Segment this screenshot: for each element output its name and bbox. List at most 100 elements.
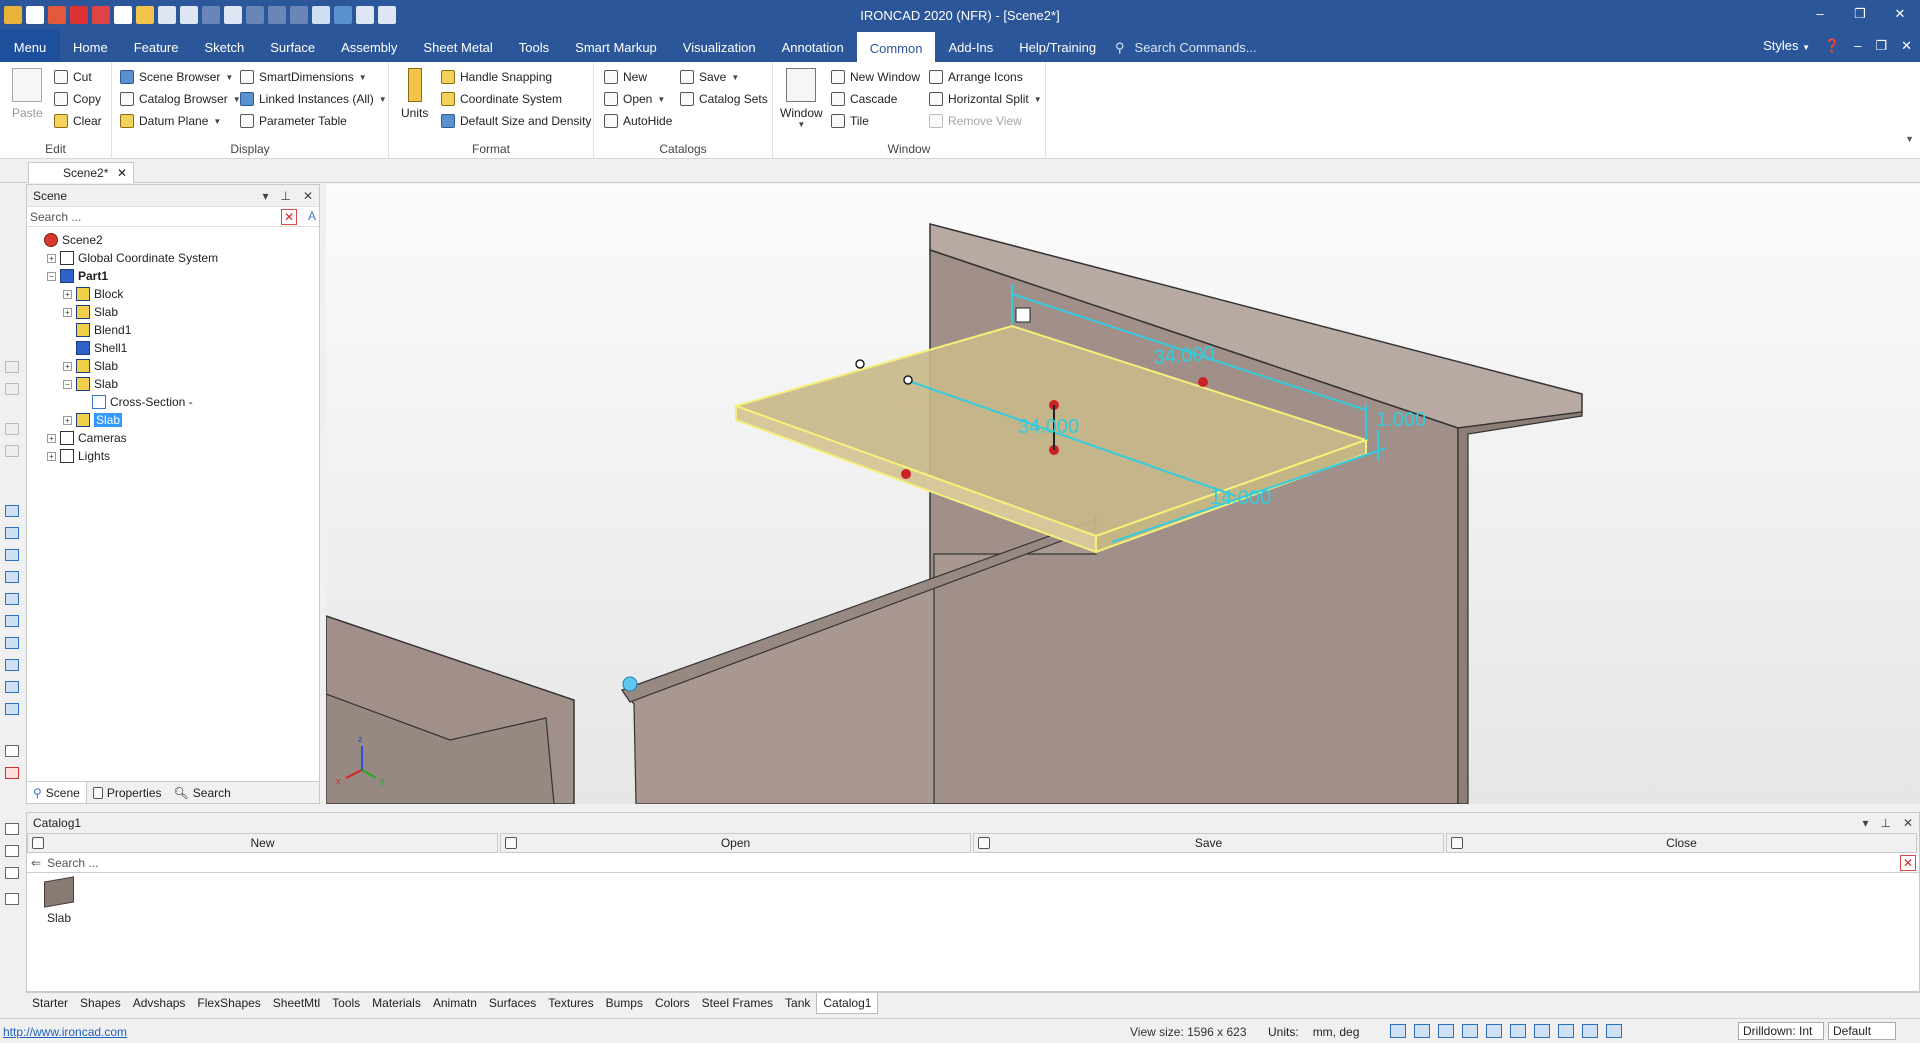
- tree-item[interactable]: + Cameras: [47, 429, 127, 447]
- catalog-tab-materials[interactable]: Materials: [366, 993, 427, 1014]
- tree-expander-icon[interactable]: +: [63, 289, 72, 299]
- scene-search-input[interactable]: Search ...: [30, 210, 81, 224]
- display-icon[interactable]: [1558, 1024, 1574, 1038]
- catalog-search-input[interactable]: Search ...: [47, 856, 98, 870]
- wedge-tool-icon[interactable]: [5, 615, 19, 627]
- catalog-tab-shapes[interactable]: Shapes: [74, 993, 127, 1014]
- extrude-tool-icon[interactable]: [5, 383, 19, 395]
- sketch-tool-icon[interactable]: [5, 361, 19, 373]
- circle-tool-icon[interactable]: [5, 845, 19, 857]
- tree-item[interactable]: + Slab: [63, 411, 123, 429]
- catalog-tab-bumps[interactable]: Bumps: [600, 993, 649, 1014]
- section-icon[interactable]: [1510, 1024, 1526, 1038]
- tab-menu[interactable]: Menu: [0, 30, 60, 62]
- tree-expander-icon[interactable]: +: [63, 361, 72, 371]
- window-button[interactable]: Window ▼: [780, 68, 823, 129]
- catalog-tab-catalog1[interactable]: Catalog1: [816, 993, 879, 1014]
- scene-canvas[interactable]: 34.000 34.000 1.000 14.000 z x y: [326, 184, 1920, 804]
- panel-menu-icon[interactable]: ▾: [262, 189, 268, 203]
- sweep-tool-icon[interactable]: [5, 445, 19, 457]
- clear-search-icon[interactable]: ✕: [281, 209, 297, 225]
- tile-button[interactable]: Tile: [831, 114, 869, 128]
- back-arrow-icon[interactable]: ⇐: [31, 856, 41, 870]
- shading-icon[interactable]: [1534, 1024, 1550, 1038]
- tree-item[interactable]: + Global Coordinate System: [47, 249, 218, 267]
- search-options-icon[interactable]: A: [308, 209, 316, 223]
- tab-feature[interactable]: Feature: [121, 30, 192, 62]
- coordinate-system-button[interactable]: Coordinate System: [441, 92, 562, 106]
- tab-common[interactable]: Common: [856, 32, 936, 62]
- ribbon-collapse-icon[interactable]: ▼: [1905, 134, 1914, 144]
- linked-instances-button[interactable]: Linked Instances (All) ▼: [240, 92, 387, 106]
- torus-tool-icon[interactable]: [5, 637, 19, 649]
- zoom-icon[interactable]: [1390, 1024, 1406, 1038]
- tree-item[interactable]: − Slab: [63, 375, 118, 393]
- catalog-save-entry-button[interactable]: Save: [973, 833, 1444, 853]
- tree-item[interactable]: − Part1: [47, 267, 108, 285]
- shell-tool-icon[interactable]: [5, 681, 19, 693]
- tab-annotation[interactable]: Annotation: [769, 30, 857, 62]
- clear-button[interactable]: Clear: [54, 114, 102, 128]
- help-icon[interactable]: ❓: [1824, 38, 1840, 54]
- cut-button[interactable]: Cut: [54, 70, 92, 84]
- autohide-button[interactable]: AutoHide: [604, 114, 672, 128]
- cascade-button[interactable]: Cascade: [831, 92, 897, 106]
- tree-expander-icon[interactable]: +: [47, 433, 56, 443]
- dimension-label-1[interactable]: 34.000: [1153, 343, 1216, 369]
- catalog-new-button[interactable]: New: [604, 70, 647, 84]
- tree-item[interactable]: Scene2: [31, 231, 103, 249]
- units-button[interactable]: Units: [401, 68, 428, 120]
- tab-search[interactable]: 🔍︎ Search: [168, 782, 237, 803]
- tab-assembly[interactable]: Assembly: [328, 30, 410, 62]
- minimize-button[interactable]: –: [1800, 0, 1840, 30]
- catalog-tab-textures[interactable]: Textures: [542, 993, 599, 1014]
- blend-tool-icon[interactable]: [5, 703, 19, 715]
- tree-expander-icon[interactable]: −: [47, 271, 56, 281]
- zoom-fit-icon[interactable]: [1414, 1024, 1430, 1038]
- catalog-pin-icon[interactable]: ⊥: [1880, 816, 1890, 830]
- measure-tool-icon[interactable]: [5, 767, 19, 779]
- horizontal-split-button[interactable]: Horizontal Split ▼: [929, 92, 1042, 106]
- dimension-label-3[interactable]: 1.000: [1376, 409, 1426, 431]
- pin-icon[interactable]: ⊥: [280, 189, 290, 203]
- view-cube-icon[interactable]: [1462, 1024, 1478, 1038]
- tree-expander-icon[interactable]: +: [47, 451, 56, 461]
- spin-tool-icon[interactable]: [5, 423, 19, 435]
- ribbon-minimize-icon[interactable]: –: [1854, 38, 1861, 54]
- render-mode-icon[interactable]: [1438, 1024, 1454, 1038]
- default-size-density-button[interactable]: Default Size and Density: [441, 114, 591, 128]
- arc-tool-icon[interactable]: [5, 867, 19, 879]
- tab-add-ins[interactable]: Add-Ins: [935, 30, 1006, 62]
- back-wall-side-face[interactable]: [1457, 411, 1583, 804]
- command-search-input[interactable]: Search Commands...: [1135, 40, 1257, 56]
- orbit-icon[interactable]: [1486, 1024, 1502, 1038]
- hole-tool-icon[interactable]: [5, 659, 19, 671]
- tree-item[interactable]: + Lights: [47, 447, 110, 465]
- catalog-open-entry-button[interactable]: Open: [500, 833, 971, 853]
- cone-tool-icon[interactable]: [5, 549, 19, 561]
- close-button[interactable]: ✕: [1880, 0, 1920, 30]
- catalog-tab-surfaces[interactable]: Surfaces: [483, 993, 542, 1014]
- catalog-save-button[interactable]: Save ▼: [680, 70, 739, 84]
- arrange-icons-button[interactable]: Arrange Icons: [929, 70, 1023, 84]
- website-link[interactable]: http://www.ironcad.com: [3, 1025, 127, 1039]
- datum-plane-button[interactable]: Datum Plane ▼: [120, 114, 221, 128]
- tree-item[interactable]: Cross-Section -: [79, 393, 193, 411]
- catalog-close-icon[interactable]: ✕: [1903, 816, 1913, 830]
- tab-help-training[interactable]: Help/Training: [1006, 30, 1109, 62]
- catalog-tab-advshaps[interactable]: Advshaps: [127, 993, 192, 1014]
- tree-expander-icon[interactable]: +: [63, 415, 72, 425]
- tab-sketch[interactable]: Sketch: [192, 30, 258, 62]
- sphere-tool-icon[interactable]: [5, 571, 19, 583]
- catalog-clear-search-icon[interactable]: ✕: [1900, 855, 1916, 871]
- tab-surface[interactable]: Surface: [257, 30, 328, 62]
- catalog-open-button[interactable]: Open ▼: [604, 92, 665, 106]
- document-tab-scene2[interactable]: Scene2* ✕: [28, 162, 134, 183]
- catalog-tab-tools[interactable]: Tools: [326, 993, 366, 1014]
- tab-smart-markup[interactable]: Smart Markup: [562, 30, 670, 62]
- tree-item[interactable]: + Slab: [63, 303, 118, 321]
- text-tool-icon[interactable]: [5, 893, 19, 905]
- tree-item[interactable]: + Block: [63, 285, 123, 303]
- scene-browser-button[interactable]: Scene Browser ▼: [120, 70, 233, 84]
- new-window-button[interactable]: New Window: [831, 70, 920, 84]
